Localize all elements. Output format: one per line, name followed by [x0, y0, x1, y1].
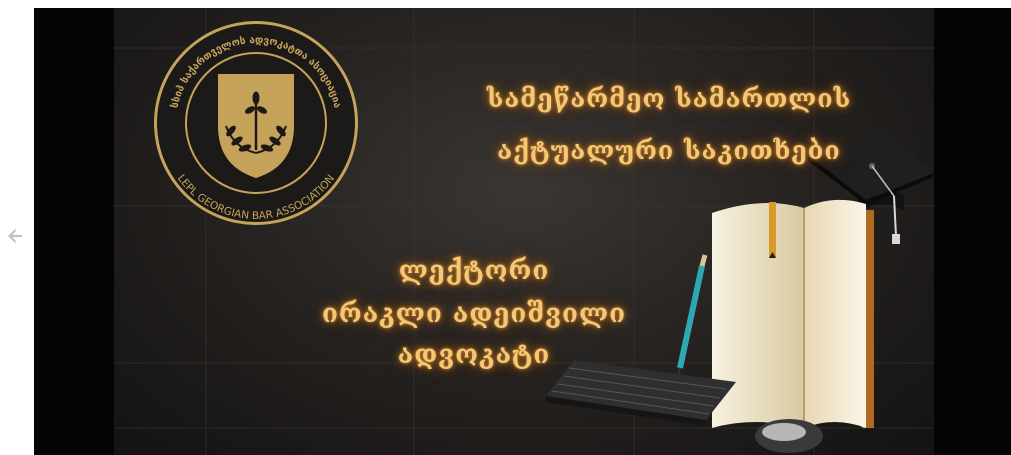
- slide-viewer: სსიპ საქართველოს ადვოკატთა ასოციაცია LEP…: [34, 8, 1011, 455]
- lecturer-role: ადვოკატი: [397, 340, 551, 370]
- lecturer-label: ლექტორი: [398, 256, 550, 286]
- keyboard-icon: [546, 360, 736, 426]
- slide-title-line-1: სამეწარმეო სამართლის: [486, 84, 852, 113]
- lecturer-name: ირაკლი ადეიშვილი: [321, 299, 627, 329]
- slide-background: სსიპ საქართველოს ადვოკატთა ასოციაცია LEP…: [114, 8, 934, 455]
- mouse-icon: [755, 419, 823, 453]
- back-arrow-icon[interactable]: [5, 226, 25, 246]
- slide-title-line-2: აქტუალური საკითხები: [497, 136, 841, 165]
- association-logo: სსიპ საქართველოს ადვოკატთა ასოციაცია LEP…: [154, 21, 358, 225]
- open-book-icon: [712, 199, 874, 428]
- pencil-icon: [676, 254, 708, 381]
